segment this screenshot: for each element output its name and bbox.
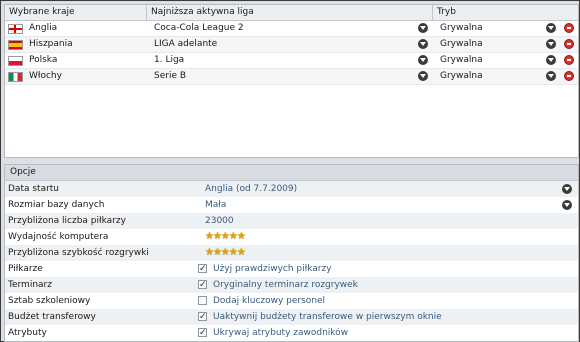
database-size-value[interactable]: Mała [205, 197, 226, 213]
real-players-checkbox[interactable] [198, 261, 207, 277]
option-label: Sztab szkoleniowy [8, 296, 91, 306]
speed-stars-icon: ★★★★★ [205, 247, 246, 258]
option-label: Data startu [8, 184, 60, 194]
table-row[interactable]: Anglia Coca-Cola League 2 Grywalna [5, 21, 578, 37]
checkbox-label[interactable]: Ukrywaj atrybuty zawodników [213, 325, 348, 341]
option-row-transfer-budget[interactable]: Budżet transferowy Uaktywnij budżety tra… [5, 309, 578, 325]
game-setup-panel: Wybrane kraje Najniższa aktywna liga Try… [0, 0, 580, 342]
country-name: Włochy [29, 71, 62, 81]
mode-value: Grywalna [440, 23, 483, 33]
column-header-league[interactable]: Najniższa aktywna liga [147, 5, 433, 20]
remove-country-button[interactable] [564, 55, 574, 65]
mode-dropdown-icon[interactable] [546, 55, 556, 65]
column-header-mode[interactable]: Tryb [433, 5, 578, 20]
original-fixtures-checkbox[interactable] [198, 277, 207, 293]
country-name: Anglia [29, 23, 58, 33]
option-label: Atrybuty [8, 328, 47, 338]
option-label: Przybliżona liczba piłkarzy [8, 216, 126, 226]
start-date-dropdown-icon[interactable] [562, 184, 572, 194]
option-label: Rozmiar bazy danych [8, 200, 105, 210]
option-label: Piłkarze [8, 264, 43, 274]
league-name: LIGA adelante [154, 39, 218, 49]
poland-flag-icon [8, 56, 23, 66]
mode-value: Grywalna [440, 71, 483, 81]
italy-flag-icon [8, 72, 23, 82]
league-name: Serie B [154, 71, 187, 81]
league-dropdown-icon[interactable] [418, 71, 428, 81]
column-header-countries[interactable]: Wybrane kraje [5, 5, 147, 20]
remove-country-button[interactable] [564, 39, 574, 49]
option-row-computer-performance: Wydajność komputera ★★★★★ [5, 229, 578, 245]
remove-country-button[interactable] [564, 71, 574, 81]
option-row-attributes[interactable]: Atrybuty Ukrywaj atrybuty zawodników [5, 325, 578, 341]
option-row-player-count: Przybliżona liczba piłkarzy 23000 [5, 213, 578, 229]
options-panel: Opcje Data startu Anglia (od 7.7.2009) R… [4, 164, 579, 342]
database-size-dropdown-icon[interactable] [562, 200, 572, 210]
start-date-value[interactable]: Anglia (od 7.7.2009) [205, 181, 297, 197]
league-dropdown-icon[interactable] [418, 55, 428, 65]
option-row-database-size[interactable]: Rozmiar bazy danych Mała [5, 197, 578, 213]
options-header: Opcje [5, 165, 578, 181]
league-name: Coca-Cola League 2 [154, 23, 244, 33]
checkbox-label[interactable]: Dodaj kluczowy personel [213, 293, 325, 309]
checkbox-label[interactable]: Użyj prawdziwych piłkarzy [213, 261, 332, 277]
performance-stars-icon: ★★★★★ [205, 231, 246, 242]
league-dropdown-icon[interactable] [418, 23, 428, 33]
player-count-value: 23000 [205, 216, 234, 226]
england-flag-icon [8, 24, 23, 34]
key-staff-checkbox[interactable] [198, 296, 207, 305]
mode-dropdown-icon[interactable] [546, 23, 556, 33]
option-row-staff[interactable]: Sztab szkoleniowy Dodaj kluczowy persone… [5, 293, 578, 309]
option-row-fixtures[interactable]: Terminarz Oryginalny terminarz rozgrywek [5, 277, 578, 293]
option-row-start-date[interactable]: Data startu Anglia (od 7.7.2009) [5, 181, 578, 197]
mode-dropdown-icon[interactable] [546, 71, 556, 81]
mode-value: Grywalna [440, 39, 483, 49]
checkbox-label[interactable]: Uaktywnij budżety transferowe w pierwszy… [213, 309, 442, 325]
remove-country-button[interactable] [564, 23, 574, 33]
table-row[interactable]: Polska 1. Liga Grywalna [5, 53, 578, 69]
option-label: Budżet transferowy [8, 312, 96, 322]
mode-dropdown-icon[interactable] [546, 39, 556, 49]
table-header: Wybrane kraje Najniższa aktywna liga Try… [5, 5, 578, 21]
spain-flag-icon [8, 40, 23, 50]
transfer-budget-checkbox[interactable] [198, 309, 207, 325]
table-row[interactable]: Włochy Serie B Grywalna [5, 69, 578, 85]
mode-value: Grywalna [440, 55, 483, 65]
option-label: Terminarz [8, 280, 52, 290]
checkbox-label[interactable]: Oryginalny terminarz rozgrywek [213, 277, 358, 293]
country-name: Hiszpania [29, 39, 73, 49]
selected-countries-table: Wybrane kraje Najniższa aktywna liga Try… [4, 4, 579, 158]
hide-attributes-checkbox[interactable] [198, 325, 207, 341]
country-name: Polska [29, 55, 58, 65]
league-name: 1. Liga [154, 55, 185, 65]
option-label: Wydajność komputera [8, 232, 109, 242]
option-label: Przybliżona szybkość rozgrywki [8, 248, 149, 258]
table-row[interactable]: Hiszpania LIGA adelante Grywalna [5, 37, 578, 53]
league-dropdown-icon[interactable] [418, 39, 428, 49]
option-row-players[interactable]: Piłkarze Użyj prawdziwych piłkarzy [5, 261, 578, 277]
option-row-game-speed: Przybliżona szybkość rozgrywki ★★★★★ [5, 245, 578, 261]
